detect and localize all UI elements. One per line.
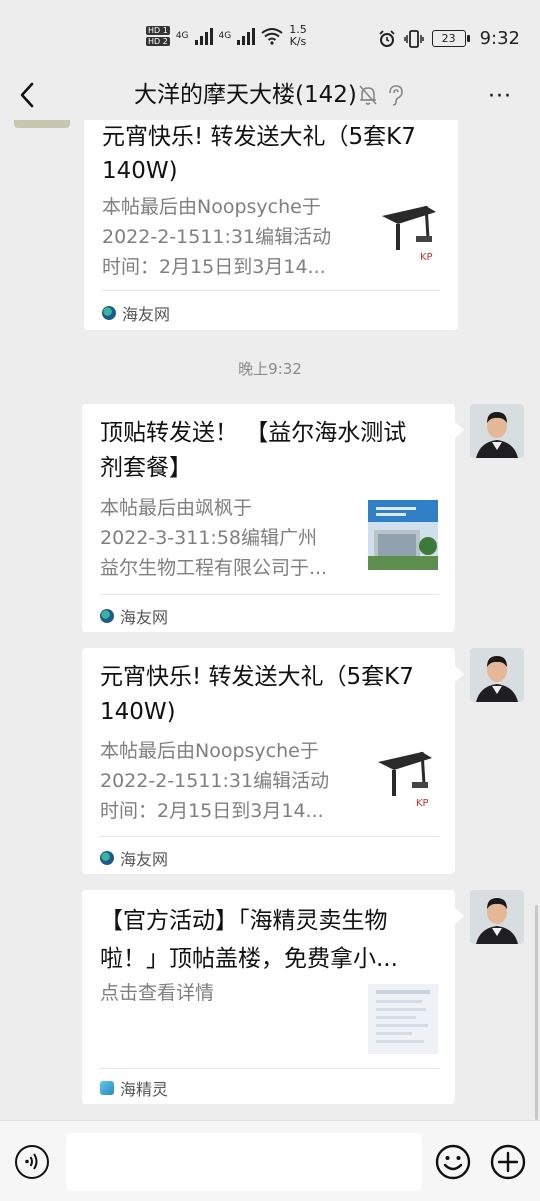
card-desc-line3: 时间：2月15日到3月14... <box>100 800 324 822</box>
card-desc-line3: 时间：2月15日到3月14... <box>102 256 326 278</box>
chat-messages[interactable]: 元宵快乐! 转发送大礼（5套K7 140W) 本帖最后由Noopsyche于 2… <box>0 120 540 1120</box>
haiyou-logo-icon <box>102 306 116 320</box>
card-source-name: 海友网 <box>120 608 169 627</box>
clock: 9:32 <box>479 28 520 49</box>
sender-avatar[interactable] <box>470 890 524 944</box>
network1-label: 4G <box>175 31 189 41</box>
person-avatar-icon <box>470 648 524 702</box>
bubble-tail <box>455 422 464 438</box>
link-card-k7-top[interactable]: 元宵快乐! 转发送大礼（5套K7 140W) 本帖最后由Noopsyche于 2… <box>84 120 458 330</box>
person-avatar-icon <box>470 404 524 458</box>
svg-text:KP: KP <box>416 798 429 809</box>
chat-scrollbar[interactable] <box>535 905 538 1120</box>
blurred-document-thumbnail <box>368 984 438 1054</box>
status-bar-system: 23 9:32 <box>378 28 520 49</box>
signal2-icon <box>237 27 256 45</box>
svg-text:KP: KP <box>420 252 433 263</box>
ear-icon <box>389 85 403 106</box>
chat-status-icons <box>358 84 404 106</box>
card-desc-line1: 本帖最后由Noopsyche于 <box>100 740 319 762</box>
sim1-label: HD 1 <box>146 26 170 35</box>
message-input[interactable] <box>66 1133 422 1191</box>
message-input-bar <box>0 1120 540 1201</box>
company-building-thumbnail <box>368 500 438 570</box>
sender-avatar[interactable] <box>470 404 524 458</box>
card-desc-line1: 本帖最后由Noopsyche于 <box>102 196 321 218</box>
link-card-test-kit[interactable]: 顶贴转发送！ 【益尔海水测试 剂套餐】 本帖最后由飒枫于 2022-3-311:… <box>82 404 455 632</box>
aquarium-lamp-thumbnail: KP <box>376 198 446 268</box>
chat-header: 大洋的摩天大楼(142) ··· <box>0 70 540 120</box>
haijingling-logo-icon <box>100 1081 114 1095</box>
mute-bell-icon <box>359 85 377 105</box>
card-source: 海友网 <box>100 846 168 870</box>
status-bar-network: HD 1 HD 2 4G 4G 1.5 K/s <box>146 24 307 48</box>
card-desc-line3: 益尔生物工程有限公司于... <box>100 557 328 579</box>
sender-avatar[interactable] <box>470 648 524 702</box>
signal1-icon <box>194 27 213 45</box>
message-timestamp: 晚上9:32 <box>238 360 302 378</box>
card-separator <box>100 594 439 595</box>
speed-unit: K/s <box>289 35 307 48</box>
card-title-line2: 140W) <box>102 158 178 184</box>
card-source: 海友网 <box>102 301 170 325</box>
link-card-k7[interactable]: 元宵快乐! 转发送大礼（5套K7 140W) 本帖最后由Noopsyche于 2… <box>82 648 455 874</box>
card-title-line2: 剂套餐】 <box>100 455 192 481</box>
sim-indicators: HD 1 HD 2 <box>146 26 170 46</box>
card-desc-line1: 点击查看详情 <box>100 982 215 1004</box>
card-separator <box>102 290 440 291</box>
haiyou-logo-icon <box>100 609 114 623</box>
wifi-icon <box>261 28 283 45</box>
voice-icon <box>25 1153 38 1170</box>
card-desc-line2: 2022-2-1511:31编辑活动 <box>102 226 332 248</box>
card-title-line1: 元宵快乐! 转发送大礼（5套K7 <box>100 664 414 690</box>
sim2-label: HD 2 <box>146 37 170 46</box>
aquarium-lamp-thumbnail: KP <box>372 744 442 814</box>
bubble-tail <box>455 666 464 682</box>
card-title-line1: 顶贴转发送！ 【益尔海水测试 <box>100 420 407 446</box>
card-title-line1: 元宵快乐! 转发送大礼（5套K7 <box>102 124 416 150</box>
card-desc-line2: 2022-2-1511:31编辑活动 <box>100 770 330 792</box>
back-button[interactable] <box>14 80 42 110</box>
card-source-name: 海精灵 <box>120 1080 169 1099</box>
network2-label: 4G <box>218 31 232 41</box>
link-card-haijingling[interactable]: 【官方活动】「海精灵卖生物 啦！」顶帖盖楼，免费拿小... 点击查看详情 海精灵 <box>82 890 455 1104</box>
card-desc-line2: 2022-3-311:58编辑广州 <box>100 527 317 549</box>
card-separator <box>100 1068 439 1069</box>
bubble-tail <box>455 908 464 924</box>
vibrate-icon <box>403 29 424 48</box>
battery-icon: 23 <box>431 30 470 47</box>
more-functions-button[interactable] <box>490 1144 526 1180</box>
card-separator <box>100 836 439 837</box>
card-title-line2: 140W) <box>100 699 176 725</box>
emoji-button[interactable] <box>435 1144 471 1180</box>
card-title-line2: 啦！」顶帖盖楼，免费拿小... <box>100 946 398 972</box>
partial-avatar-image <box>14 120 70 128</box>
chat-title[interactable]: 大洋的摩天大楼(142) <box>134 78 357 112</box>
card-source: 海友网 <box>100 604 168 628</box>
card-title-line1: 【官方活动】「海精灵卖生物 <box>100 908 388 934</box>
more-options-button[interactable]: ··· <box>488 84 512 109</box>
network-speed: 1.5 K/s <box>289 24 307 48</box>
card-source: 海精灵 <box>100 1076 168 1100</box>
card-source-name: 海友网 <box>122 305 171 324</box>
alarm-icon <box>378 29 395 47</box>
card-source-name: 海友网 <box>120 850 169 869</box>
haiyou-logo-icon <box>100 851 114 865</box>
status-bar: HD 1 HD 2 4G 4G 1.5 K/s 23 9:32 <box>0 0 540 70</box>
voice-input-button[interactable] <box>15 1145 49 1179</box>
person-avatar-icon <box>470 890 524 944</box>
card-desc-line1: 本帖最后由飒枫于 <box>100 497 253 519</box>
